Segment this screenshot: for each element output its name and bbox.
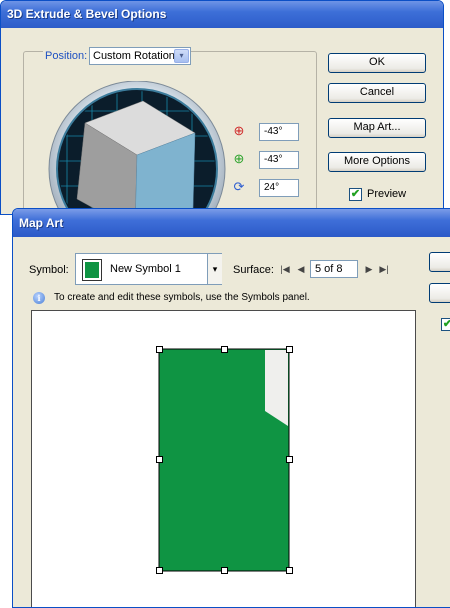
preview-checkbox[interactable]: ✔ (441, 318, 450, 331)
ok-button[interactable]: OK (328, 53, 426, 73)
symbol-thumbnail-art (85, 262, 99, 278)
preview-label: Preview (367, 188, 407, 200)
rotate-x-axis-icon: ⊕ (233, 123, 245, 138)
extrude-window-title: 3D Extrude & Bevel Options (1, 1, 443, 28)
chevron-down-icon[interactable]: ▾ (174, 49, 189, 63)
map-art-window: Map Art Symbol: New Symbol 1 ▾ Surface: … (12, 208, 450, 608)
rotate-z-axis-icon: ⟳ (233, 179, 245, 194)
bounding-handle-middle-right[interactable] (286, 456, 293, 463)
surface-preview-canvas[interactable] (31, 310, 417, 608)
bounding-handle-bottom-right[interactable] (286, 567, 293, 574)
mapped-artwork[interactable] (32, 311, 417, 608)
rotation-trackball[interactable] (47, 80, 227, 215)
symbol-thumbnail (82, 259, 102, 281)
bounding-handle-top-center[interactable] (221, 346, 228, 353)
rotate-y-axis-icon: ⊕ (233, 151, 245, 166)
map-art-button[interactable]: Map Art... (328, 118, 426, 138)
last-surface-icon[interactable]: ▶| (378, 262, 390, 276)
bounding-handle-top-left[interactable] (156, 346, 163, 353)
next-surface-icon[interactable]: ▶ (363, 262, 375, 276)
rotate-x-field[interactable]: -43° (259, 123, 299, 141)
symbol-select[interactable]: New Symbol 1 ▾ (75, 253, 222, 285)
first-surface-icon[interactable]: |◀ (279, 262, 291, 276)
bounding-handle-bottom-center[interactable] (221, 567, 228, 574)
previous-surface-icon[interactable]: ◀ (295, 262, 307, 276)
bounding-handle-top-right[interactable] (286, 346, 293, 353)
position-select[interactable]: Custom Rotation ▾ (89, 47, 191, 65)
cancel-button[interactable] (429, 283, 450, 303)
symbols-info-text: To create and edit these symbols, use th… (54, 292, 310, 303)
bounding-handle-bottom-left[interactable] (156, 567, 163, 574)
position-select-value: Custom Rotation (93, 50, 175, 62)
symbol-select-value: New Symbol 1 (110, 263, 181, 275)
surface-field[interactable]: 5 of 8 (310, 260, 358, 278)
rotate-y-field[interactable]: -43° (259, 151, 299, 169)
symbol-label: Symbol: (29, 264, 69, 276)
position-label: Position: (43, 50, 90, 62)
bounding-handle-middle-left[interactable] (156, 456, 163, 463)
info-icon: i (33, 292, 45, 304)
trackball-cube-preview[interactable] (47, 80, 227, 215)
rotate-z-field[interactable]: 24° (259, 179, 299, 197)
preview-checkbox[interactable]: ✔ (349, 188, 362, 201)
surface-label: Surface: (233, 264, 274, 276)
cancel-button[interactable]: Cancel (328, 83, 426, 103)
map-art-window-title: Map Art (13, 209, 450, 237)
chevron-down-icon[interactable]: ▾ (207, 254, 222, 284)
more-options-button[interactable]: More Options (328, 152, 426, 172)
ok-button[interactable] (429, 252, 450, 272)
extrude-bevel-window: 3D Extrude & Bevel Options Position: Cus… (0, 0, 444, 215)
